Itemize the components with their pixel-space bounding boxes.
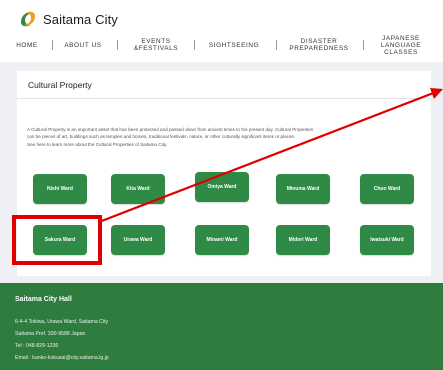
page-title: Cultural Property — [28, 80, 92, 90]
ward-button-omiya[interactable]: Omiya Ward — [195, 172, 249, 202]
page-description: A Cultural Property is an important asse… — [27, 126, 427, 148]
site-logo[interactable]: Saitama City — [17, 8, 118, 30]
nav-disaster-preparedness[interactable]: DISASTER PREPAREDNESS — [281, 32, 357, 58]
nav-home[interactable]: HOME — [10, 32, 44, 58]
nav-events-festivals[interactable]: EVENTS &FESTIVALS — [123, 32, 189, 58]
nav-separator — [52, 40, 53, 50]
ward-button-kita[interactable]: Kita Ward — [111, 174, 165, 204]
nav-separator — [117, 40, 118, 50]
ward-button-minami[interactable]: Minami Ward — [195, 225, 249, 255]
footer-postal: Saitama Pref. 330-9588 Japan — [15, 331, 86, 337]
description-line: A Cultural Property is an important asse… — [27, 127, 314, 132]
nav-separator — [276, 40, 277, 50]
ward-button-nishi[interactable]: Nishi Ward — [33, 174, 87, 204]
title-divider — [17, 98, 431, 99]
description-line: See here to learn more about the Cultura… — [27, 141, 168, 147]
nav-sightseeing[interactable]: SIGHTSEEING — [200, 32, 268, 58]
ward-button-chuo[interactable]: Chuo Ward — [360, 174, 414, 204]
footer-email[interactable]: Email : kanko-kokusai@city.saitama.lg.jp — [15, 355, 109, 361]
ward-button-iwatsuki[interactable]: Iwatsuki Ward — [360, 225, 414, 255]
nav-separator — [363, 40, 364, 50]
saitama-logo-icon — [21, 11, 35, 27]
footer-phone: Tel : 048-829-1236 — [15, 343, 59, 349]
main-nav: HOME ABOUT US EVENTS &FESTIVALS SIGHTSEE… — [0, 32, 443, 58]
nav-separator — [194, 40, 195, 50]
site-logo-text: Saitama City — [43, 11, 118, 27]
description-line: can be pieces of art, buildings such as … — [27, 134, 296, 140]
nav-japanese-language-classes[interactable]: JAPANESE LANGUAGE CLASSES — [367, 32, 435, 58]
site-footer: Saitama City Hall 6-4-4 Tokiwa, Urawa Wa… — [0, 283, 443, 370]
ward-button-minuma[interactable]: Minuma Ward — [276, 174, 330, 204]
ward-button-urawa[interactable]: Urawa Ward — [111, 225, 165, 255]
footer-title: Saitama City Hall — [15, 296, 72, 303]
footer-address: 6-4-4 Tokiwa, Urawa Ward, Saitama City — [15, 319, 109, 325]
ward-button-sakura[interactable]: Sakura Ward — [33, 225, 87, 255]
nav-about-us[interactable]: ABOUT US — [58, 32, 108, 58]
site-header: Saitama City HOME ABOUT US EVENTS &FESTI… — [0, 0, 443, 62]
page: Saitama City HOME ABOUT US EVENTS &FESTI… — [0, 0, 443, 370]
ward-button-midori[interactable]: Midori Ward — [276, 225, 330, 255]
